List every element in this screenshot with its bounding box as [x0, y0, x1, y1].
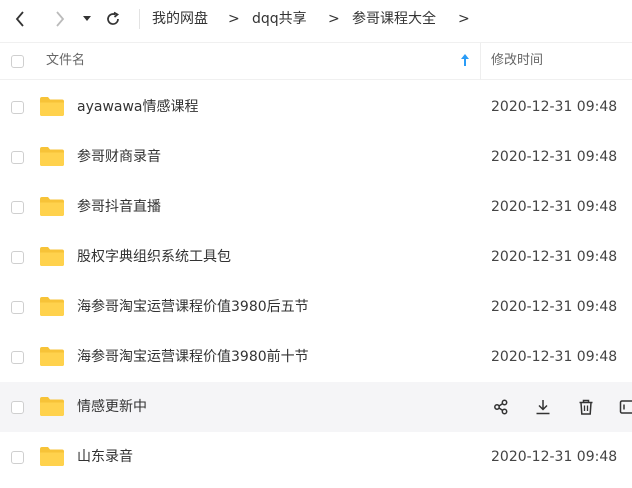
file-row[interactable]: 参哥抖音直播 2020-12-31 09:48	[0, 182, 632, 232]
breadcrumb-item[interactable]: 我的网盘	[152, 10, 208, 28]
file-modified-time: 2020-12-31 09:48	[491, 149, 618, 165]
folder-icon	[40, 247, 64, 266]
row-checkbox[interactable]	[11, 251, 24, 264]
file-name[interactable]: ayawawa情感课程	[77, 98, 199, 116]
file-modified-time: 2020-12-31 09:48	[491, 249, 618, 265]
file-name[interactable]: 海参哥淘宝运营课程价值3980前十节	[77, 348, 309, 366]
history-dropdown[interactable]	[80, 0, 94, 38]
toolbar-divider	[139, 9, 140, 29]
file-modified-time: 2020-12-31 09:48	[491, 199, 618, 215]
breadcrumb-separator: >	[228, 11, 240, 27]
row-checkbox[interactable]	[11, 101, 24, 114]
folder-icon	[40, 147, 64, 166]
toolbar: 我的网盘 > dqq共享 > 参哥课程大全 >	[0, 0, 632, 38]
row-checkbox[interactable]	[11, 351, 24, 364]
back-button[interactable]	[8, 0, 32, 38]
file-row[interactable]: 参哥财商录音 2020-12-31 09:48	[0, 132, 632, 182]
row-checkbox[interactable]	[11, 451, 24, 464]
folder-icon	[40, 447, 64, 466]
file-modified-time: 2020-12-31 09:48	[491, 299, 618, 315]
chevron-right-icon	[56, 11, 65, 27]
row-checkbox[interactable]	[11, 301, 24, 314]
more-icon	[619, 400, 632, 414]
chevron-left-icon	[15, 11, 24, 27]
more-button[interactable]	[616, 396, 632, 418]
file-row[interactable]: 海参哥淘宝运营课程价值3980后五节 2020-12-31 09:48	[0, 282, 632, 332]
breadcrumb-separator: >	[458, 11, 470, 27]
refresh-button[interactable]	[102, 0, 124, 38]
delete-icon	[579, 399, 593, 415]
select-all-checkbox[interactable]	[11, 55, 24, 68]
folder-icon	[40, 197, 64, 216]
download-button[interactable]	[532, 396, 554, 418]
file-row[interactable]: ayawawa情感课程 2020-12-31 09:48	[0, 82, 632, 132]
file-name[interactable]: 情感更新中	[77, 398, 147, 416]
file-name[interactable]: 海参哥淘宝运营课程价值3980后五节	[77, 298, 309, 316]
file-name[interactable]: 山东录音	[77, 448, 133, 466]
row-checkbox[interactable]	[11, 151, 24, 164]
share-button[interactable]	[490, 396, 512, 418]
folder-icon	[40, 97, 64, 116]
download-icon	[536, 400, 550, 415]
breadcrumb-item[interactable]: 参哥课程大全	[352, 10, 436, 28]
folder-icon	[40, 297, 64, 316]
breadcrumb-item[interactable]: dqq共享	[252, 10, 307, 28]
folder-icon	[40, 397, 64, 416]
column-divider	[480, 43, 481, 80]
delete-button[interactable]	[575, 396, 597, 418]
row-checkbox[interactable]	[11, 201, 24, 214]
column-header-modified[interactable]: 修改时间	[491, 52, 543, 70]
forward-button[interactable]	[48, 0, 72, 38]
file-row[interactable]: 股权字典组织系统工具包 2020-12-31 09:48	[0, 232, 632, 282]
file-modified-time: 2020-12-31 09:48	[491, 449, 618, 465]
file-name[interactable]: 参哥抖音直播	[77, 198, 161, 216]
refresh-icon	[107, 11, 119, 25]
file-modified-time: 2020-12-31 09:48	[491, 349, 618, 365]
file-row-hovered[interactable]: 情感更新中	[0, 382, 632, 432]
file-row[interactable]: 山东录音 2020-12-31 09:48	[0, 432, 632, 482]
caret-down-icon	[83, 16, 91, 21]
column-header-name[interactable]: 文件名	[46, 52, 85, 70]
sort-ascending-icon[interactable]	[460, 53, 470, 71]
file-modified-time: 2020-12-31 09:48	[491, 99, 618, 115]
folder-icon	[40, 347, 64, 366]
breadcrumb-separator: >	[328, 11, 340, 27]
file-row[interactable]: 海参哥淘宝运营课程价值3980前十节 2020-12-31 09:48	[0, 332, 632, 382]
file-list-header: 文件名 修改时间	[0, 42, 632, 80]
file-name[interactable]: 股权字典组织系统工具包	[77, 248, 231, 266]
row-checkbox[interactable]	[11, 401, 24, 414]
file-name[interactable]: 参哥财商录音	[77, 148, 161, 166]
share-icon	[494, 399, 508, 415]
